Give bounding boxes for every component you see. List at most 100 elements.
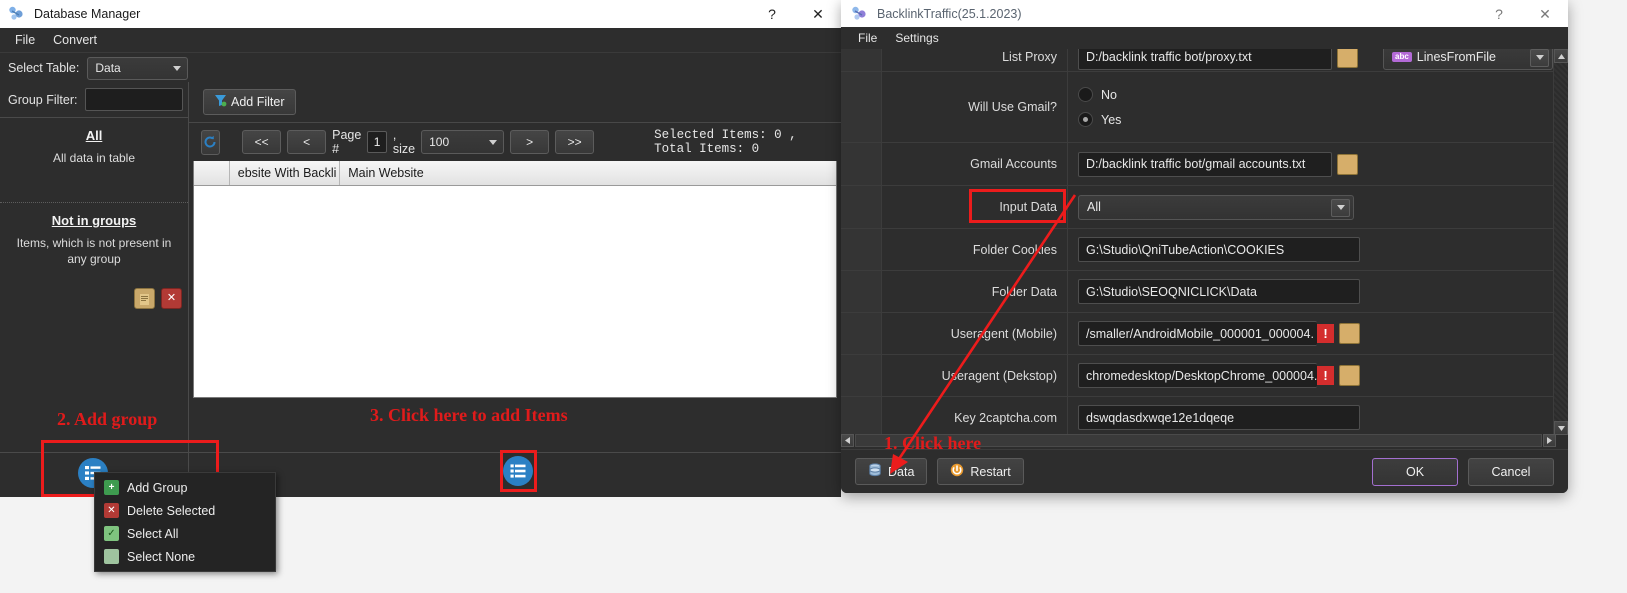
checked-grid-icon: ✓ [104,526,119,541]
radio-option-no[interactable]: No [1078,87,1121,102]
property-label: Gmail Accounts [970,157,1057,171]
table-header-checkbox[interactable] [194,161,230,185]
proxy-source-value: LinesFromFile [1416,50,1496,64]
row-gutter [841,72,882,142]
property-value-cell: G:\Studio\SEOQNICLICK\Data [1068,271,1556,312]
right-window-controls: ? ✕ [1476,0,1568,28]
select-table-bar: Select Table: Data [0,53,841,84]
useragent-desktop-input[interactable]: chromedesktop/DesktopChrome_000004. [1078,363,1317,388]
chevron-down-icon [1331,198,1350,217]
property-label: Folder Cookies [972,242,1057,257]
cancel-button[interactable]: Cancel [1468,457,1554,486]
table-area: Add Filter << < Page # 1 , size 100 > >>… [189,82,841,452]
proxy-source-combo[interactable]: abc LinesFromFile [1383,49,1553,70]
page-size-combo[interactable]: 100 [421,130,505,154]
property-row-gmail-accounts: Gmail Accounts D:/backlink traffic bot/g… [841,143,1556,186]
data-button[interactable]: Data [855,458,928,485]
list-proxy-input[interactable]: D:/backlink traffic bot/proxy.txt [1078,49,1332,70]
menu-file[interactable]: File [6,30,44,50]
delete-group-icon[interactable]: ✕ [161,288,182,309]
property-row-will-use-gmail: Will Use Gmail? No Yes [841,72,1556,143]
table-header-row: ebsite With Backli Main Website [194,161,836,186]
radio-option-yes[interactable]: Yes [1078,112,1121,127]
context-menu-item-add-group[interactable]: + Add Group [95,476,275,499]
item-counts: Selected Items: 0 , Total Items: 0 [654,128,797,156]
close-button[interactable]: ✕ [1522,0,1568,28]
page-number-input[interactable]: 1 [367,131,387,153]
scroll-down-button[interactable] [1554,421,1568,435]
group-title: Not in groups [51,213,137,228]
folder-cookies-input[interactable]: G:\Studio\QniTubeAction\COOKIES [1078,237,1360,262]
gmail-radio-group: No Yes [1078,72,1121,142]
folder-icon[interactable] [1337,153,1358,175]
empty-grid-icon [104,549,119,564]
context-menu-item-select-none[interactable]: Select None [95,545,275,568]
folder-icon[interactable] [1339,365,1360,386]
input-data-combo[interactable]: All [1078,194,1354,220]
folder-icon[interactable] [1339,323,1360,344]
annotation-step-2: 2. Add group [57,409,158,429]
abc-tag-icon: abc [1392,52,1412,62]
close-button[interactable]: ✕ [795,0,841,28]
group-card-not-in-groups[interactable]: Not in groups Items, which is not presen… [0,203,188,313]
radio-icon [1078,87,1093,102]
menu-convert[interactable]: Convert [44,30,106,50]
table-header-main-website[interactable]: Main Website [340,161,836,185]
scroll-left-button[interactable] [841,434,854,447]
folder-data-input[interactable]: G:\Studio\SEOQNICLICK\Data [1078,279,1360,304]
row-gutter [841,313,882,354]
property-row-folder-data: Folder Data G:\Studio\SEOQNICLICK\Data [841,271,1556,313]
group-filter-row: Group Filter: [0,82,188,118]
useragent-mobile-input[interactable]: /smaller/AndroidMobile_000001_000004. [1078,321,1317,346]
scrollbar-track[interactable] [1554,63,1568,421]
left-window-controls: ? ✕ [749,0,841,28]
first-page-button[interactable]: << [242,130,282,154]
warning-icon[interactable]: ! [1317,366,1334,385]
help-button[interactable]: ? [1476,0,1522,28]
ok-button[interactable]: OK [1372,457,1458,486]
scroll-up-button[interactable] [1554,49,1568,63]
menu-settings[interactable]: Settings [886,29,947,47]
table-body[interactable] [194,186,836,397]
add-filter-button[interactable]: Add Filter [203,89,296,115]
select-table-combo[interactable]: Data [87,56,189,80]
property-row-list-proxy: List Proxy D:/backlink traffic bot/proxy… [841,49,1556,72]
database-icon [868,463,882,480]
radio-icon-selected [1078,112,1093,127]
context-menu-item-delete-selected[interactable]: ✕ Delete Selected [95,499,275,522]
add-items-button[interactable] [503,456,533,486]
vertical-scrollbar[interactable] [1553,49,1568,435]
group-filter-input[interactable] [85,88,184,111]
right-window-titlebar: BacklinkTraffic(25.1.2023) ? ✕ [841,0,1568,27]
group-context-menu: + Add Group ✕ Delete Selected ✓ Select A… [94,472,276,572]
gmail-accounts-input[interactable]: D:/backlink traffic bot/gmail accounts.t… [1078,151,1332,177]
property-row-input-data: Input Data All [841,186,1556,229]
filter-toolbar: Add Filter [189,82,841,123]
warning-icon[interactable]: ! [1317,324,1334,343]
property-label: Useragent (Dekstop) [941,368,1057,383]
context-menu-item-select-all[interactable]: ✓ Select All [95,522,275,545]
group-card-all[interactable]: All All data in table [0,118,188,203]
last-page-button[interactable]: >> [555,130,595,154]
table-header-website-with-backlink[interactable]: ebsite With Backli [230,161,341,185]
scroll-right-button[interactable] [1543,434,1556,447]
property-label: List Proxy [1002,50,1057,64]
property-value-cell: dswqdasdxwqe12e1dqeqe [1068,397,1556,435]
prev-page-button[interactable]: < [287,130,327,154]
radio-label: Yes [1101,112,1122,127]
row-gutter [841,49,882,71]
menu-file[interactable]: File [849,29,886,47]
settings-property-grid: List Proxy D:/backlink traffic bot/proxy… [841,49,1556,435]
property-label: Will Use Gmail? [968,100,1057,114]
app-icon [8,5,26,23]
property-value-cell: G:\Studio\QniTubeAction\COOKIES [1068,229,1556,270]
red-x-icon: ✕ [104,503,119,518]
folder-icon[interactable] [1337,49,1358,68]
refresh-button[interactable] [201,129,220,155]
help-button[interactable]: ? [749,0,795,28]
row-gutter [841,397,882,435]
next-page-button[interactable]: > [510,130,550,154]
edit-group-icon[interactable] [134,288,155,309]
key-2captcha-input[interactable]: dswqdasdxwqe12e1dqeqe [1078,405,1360,430]
restart-button[interactable]: Restart [937,458,1024,485]
